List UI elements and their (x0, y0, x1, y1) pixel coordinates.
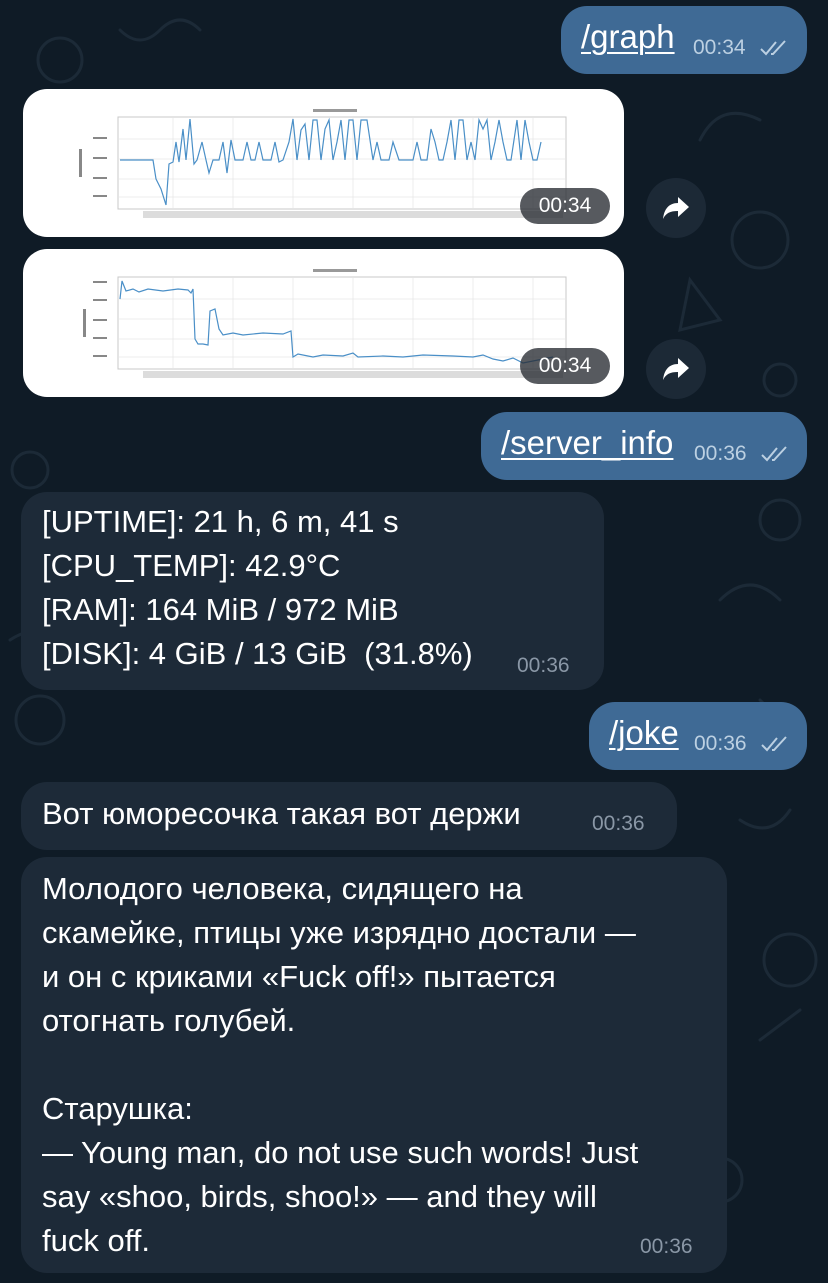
outgoing-message-server-info: /server_info 00:36 (481, 412, 807, 480)
forward-button[interactable] (646, 339, 706, 399)
forward-icon (663, 197, 689, 219)
cpu-temperature-graph-image[interactable]: 00:34 (23, 89, 624, 237)
double-check-icon (761, 446, 787, 462)
joke-intro-text: Вот юморесочка такая вот держи (42, 796, 521, 831)
joke-line: Старушка: (42, 1091, 193, 1126)
joke-line: say «shoo, birds, shoo!» — and they will (42, 1179, 597, 1214)
outgoing-message-graph: /graph 00:34 (561, 6, 807, 74)
graph-command-link[interactable]: /graph (581, 18, 675, 56)
cpu-temp-line: [CPU_TEMP]: 42.9°C (42, 548, 341, 583)
uptime-line: [UPTIME]: 21 h, 6 m, 41 s (42, 504, 399, 539)
ram-usage-graph-image[interactable]: 00:34 (23, 249, 624, 397)
joke-line: и он с криками «Fuck off!» пытается (42, 959, 556, 994)
double-check-icon (761, 736, 787, 752)
message-time: 00:36 (517, 654, 570, 677)
server-info-command-link[interactable]: /server_info (501, 424, 673, 462)
forward-icon (663, 358, 689, 380)
message-time: 00:36 (592, 812, 645, 835)
message-time: 00:36 (694, 442, 747, 465)
joke-line: отогнать голубей. (42, 1003, 296, 1038)
forward-button[interactable] (646, 178, 706, 238)
photo-time-badge: 00:34 (520, 188, 610, 224)
disk-line: [DISK]: 4 GiB / 13 GiB (31.8%) (42, 636, 473, 671)
outgoing-message-joke: /joke 00:36 (589, 702, 807, 770)
joke-line: скамейке, птицы уже изрядно достали — (42, 915, 636, 950)
incoming-message-server-info: [UPTIME]: 21 h, 6 m, 41 s [CPU_TEMP]: 42… (21, 492, 604, 690)
double-check-icon (760, 40, 786, 56)
message-time: 00:36 (640, 1235, 693, 1258)
joke-line: — Young man, do not use such words! Just (42, 1135, 639, 1170)
joke-command-link[interactable]: /joke (609, 714, 679, 752)
joke-line: fuck off. (42, 1223, 150, 1258)
message-time: 00:36 (694, 732, 747, 755)
message-time: 00:34 (693, 36, 746, 59)
joke-line: Молодого человека, сидящего на (42, 871, 523, 906)
photo-time-badge: 00:34 (520, 348, 610, 384)
incoming-message-joke: Молодого человека, сидящего на скамейке,… (21, 857, 727, 1273)
ram-line: [RAM]: 164 MiB / 972 MiB (42, 592, 399, 627)
incoming-message-joke-intro: Вот юморесочка такая вот держи 00:36 (21, 782, 677, 850)
